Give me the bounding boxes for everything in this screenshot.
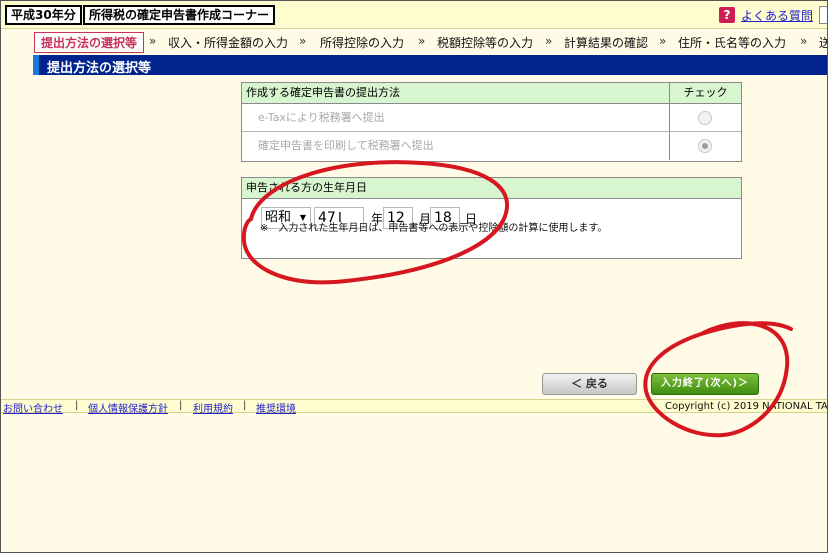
contact-link[interactable]: お問い合わせ — [3, 400, 63, 415]
option-row-etax: e-Taxにより税務署へ提出 — [242, 104, 741, 132]
print-radio[interactable] — [698, 139, 712, 153]
header-extra-button[interactable] — [819, 6, 827, 24]
submission-method-table: 作成する確定申告書の提出方法 チェック e-Taxにより税務署へ提出 確定申告書… — [241, 82, 742, 162]
footer: お問い合わせ | 個人情報保護方針 | 利用規約 | 推奨環境 Copyrigh… — [1, 399, 828, 415]
faq-link[interactable]: よくある質問 — [741, 7, 813, 24]
step-navigation: 提出方法の選択等 » 収入・所得金額の入力 » 所得控除の入力 » 税額控除等の… — [1, 29, 827, 55]
recommended-environment-link[interactable]: 推奨環境 — [256, 400, 296, 415]
submission-method-header: 作成する確定申告書の提出方法 チェック — [242, 83, 741, 104]
step-separator: » — [418, 34, 426, 48]
step-deduction-input[interactable]: 所得控除の入力 — [320, 34, 404, 51]
privacy-policy-link[interactable]: 個人情報保護方針 — [88, 400, 168, 415]
help-question-icon[interactable]: ? — [719, 7, 735, 23]
app-title: 所得税の確定申告書作成コーナー — [83, 5, 276, 25]
terms-link[interactable]: 利用規約 — [193, 400, 233, 415]
section-title: 提出方法の選択等 — [47, 61, 152, 76]
step-separator: » — [659, 34, 667, 48]
footer-separator: | — [179, 400, 183, 411]
finish-input-next-button[interactable]: 入力終了(次へ)＞ — [651, 373, 759, 395]
option-label-print: 確定申告書を印刷して税務署へ提出 — [258, 139, 434, 152]
check-column-header: チェック — [669, 83, 741, 104]
copyright-text: Copyright (c) 2019 NATIONAL TA — [665, 401, 828, 412]
step-address-name-input[interactable]: 住所・氏名等の入力 — [678, 34, 786, 51]
section-header-bar: 提出方法の選択等 — [33, 55, 827, 76]
step-submit[interactable]: 送 — [819, 34, 827, 51]
etax-radio[interactable] — [698, 111, 712, 125]
birthdate-header: 申告される方の生年月日 — [242, 178, 741, 199]
submission-method-header-label: 作成する確定申告書の提出方法 — [246, 86, 400, 99]
top-header: 平成30年分 所得税の確定申告書作成コーナー ? よくある質問 — [1, 1, 827, 29]
section-accent-bar — [33, 55, 39, 75]
option-check-cell — [669, 132, 741, 160]
option-row-print: 確定申告書を印刷して税務署へ提出 — [242, 132, 741, 160]
step-result-check[interactable]: 計算結果の確認 — [564, 34, 648, 51]
option-label-etax: e-Taxにより税務署へ提出 — [258, 111, 385, 124]
birthdate-note: ※ 入力された生年月日は、申告書等への表示や控除額の計算に使用します。 — [260, 223, 608, 234]
back-button[interactable]: ＜ 戻る — [542, 373, 637, 395]
step-tax-credit-input[interactable]: 税額控除等の入力 — [437, 34, 533, 51]
step-select-method[interactable]: 提出方法の選択等 — [34, 32, 145, 53]
tax-year-badge: 平成30年分 — [5, 5, 82, 25]
step-separator: » — [800, 34, 808, 48]
step-separator: » — [545, 34, 553, 48]
birthdate-table: 申告される方の生年月日 昭和 ▼ 47 I 年 12 月 18 日 ※ 入力され… — [241, 177, 742, 259]
app-window: 平成30年分 所得税の確定申告書作成コーナー ? よくある質問 提出方法の選択等… — [0, 0, 828, 553]
step-separator: » — [149, 34, 157, 48]
step-separator: » — [299, 34, 307, 48]
footer-separator: | — [75, 400, 79, 411]
step-income-input[interactable]: 収入・所得金額の入力 — [168, 34, 288, 51]
footer-separator: | — [243, 400, 247, 411]
option-check-cell — [669, 104, 741, 131]
